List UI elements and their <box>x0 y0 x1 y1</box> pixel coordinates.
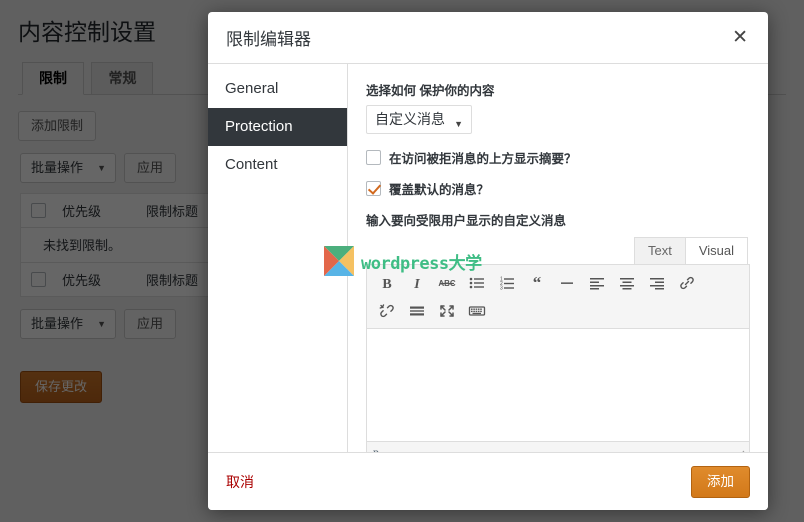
chevron-down-icon: ▼ <box>454 119 463 129</box>
override-message-checkbox[interactable] <box>366 181 381 196</box>
how-to-protect-value: 自定义消息 <box>375 111 445 127</box>
rich-text-editor: B I ABC 1 2 3 “ p <box>366 264 750 452</box>
how-to-protect-select[interactable]: 自定义消息 ▼ <box>366 105 472 134</box>
close-icon[interactable]: ✕ <box>730 24 750 51</box>
italic-icon[interactable]: I <box>403 269 431 297</box>
how-to-protect-label: 选择如何 保护你的内容 <box>366 84 495 98</box>
cancel-link[interactable]: 取消 <box>226 472 691 492</box>
blockquote-icon[interactable]: “ <box>523 269 551 297</box>
custom-message-label: 输入要向受限用户显示的自定义消息 <box>366 214 567 228</box>
strikethrough-icon[interactable]: ABC <box>433 269 461 297</box>
numbered-list-icon[interactable]: 1 2 3 <box>493 269 521 297</box>
editor-text-area[interactable] <box>367 329 749 441</box>
sidebar-item-general[interactable]: General <box>208 70 347 108</box>
add-button[interactable]: 添加 <box>691 465 750 498</box>
bulleted-list-icon[interactable] <box>463 269 491 297</box>
align-right-icon[interactable] <box>643 269 671 297</box>
sidebar-item-content[interactable]: Content <box>208 146 347 184</box>
align-center-icon[interactable] <box>613 269 641 297</box>
editor-toolbar-row-1: B I ABC 1 2 3 “ <box>373 269 743 297</box>
tab-editor-visual[interactable]: Visual <box>684 237 748 264</box>
editor-toolbar: B I ABC 1 2 3 “ <box>367 265 749 329</box>
editor-element-path[interactable]: p <box>373 445 379 452</box>
modal-body: General Protection Content 选择如何 保护你的内容 自… <box>208 64 768 452</box>
svg-text:B: B <box>382 277 391 291</box>
modal-title: 限制编辑器 <box>226 30 311 49</box>
unlink-icon[interactable] <box>373 297 401 325</box>
insert-read-more-icon[interactable] <box>403 297 431 325</box>
override-message-label: 覆盖默认的消息？ <box>389 183 490 197</box>
override-message-row[interactable]: 覆盖默认的消息？ <box>366 179 750 198</box>
toolbar-toggle-icon[interactable] <box>463 297 491 325</box>
bold-icon[interactable]: B <box>373 269 401 297</box>
align-left-icon[interactable] <box>583 269 611 297</box>
resize-grip-icon[interactable] <box>733 448 745 452</box>
editor-mode-tabs: Text Visual <box>366 237 750 264</box>
modal-sidebar: General Protection Content <box>208 64 348 452</box>
modal-footer: 取消 添加 <box>208 452 768 510</box>
horizontal-rule-icon[interactable] <box>553 269 581 297</box>
show-excerpt-checkbox[interactable] <box>366 150 381 165</box>
svg-text:I: I <box>413 277 420 291</box>
editor-status-bar: p <box>367 441 749 452</box>
tab-editor-text[interactable]: Text <box>633 237 686 264</box>
show-excerpt-label: 在访问被拒消息的上方显示摘要？ <box>389 152 577 166</box>
protection-panel: 选择如何 保护你的内容 自定义消息 ▼ 在访问被拒消息的上方显示摘要？ 覆盖默认… <box>348 64 768 452</box>
modal-header: 限制编辑器 ✕ <box>208 12 768 64</box>
svg-text:3: 3 <box>500 286 503 292</box>
svg-text:“: “ <box>533 275 542 291</box>
link-icon[interactable] <box>673 269 701 297</box>
show-excerpt-row[interactable]: 在访问被拒消息的上方显示摘要？ <box>366 148 750 167</box>
editor-toolbar-row-2 <box>373 297 743 325</box>
restriction-editor-modal: 限制编辑器 ✕ General Protection Content 选择如何 … <box>208 12 768 510</box>
fullscreen-icon[interactable] <box>433 297 461 325</box>
sidebar-item-protection[interactable]: Protection <box>208 108 347 146</box>
